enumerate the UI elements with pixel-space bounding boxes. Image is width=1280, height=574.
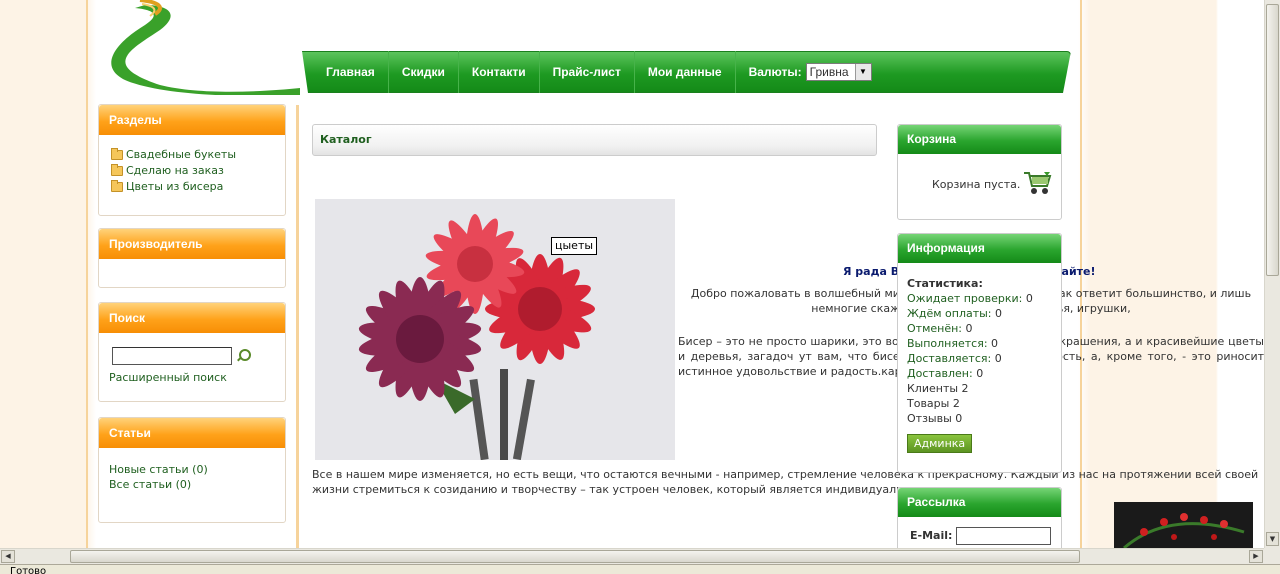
category-item[interactable]: Цветы из бисера bbox=[109, 179, 275, 195]
cart-box: Корзина Корзина пуста. bbox=[897, 124, 1062, 220]
nav-currency: Валюты: Гривна ▼ bbox=[736, 51, 885, 93]
category-label: Свадебные букеты bbox=[126, 148, 236, 161]
nav-home[interactable]: Главная bbox=[313, 51, 389, 93]
currency-label: Валюты: bbox=[748, 65, 802, 79]
nav-contacts[interactable]: Контакти bbox=[459, 51, 540, 93]
scroll-down-icon[interactable]: ▼ bbox=[1266, 532, 1279, 546]
stat-row[interactable]: Выполняется: 0 bbox=[907, 336, 1052, 351]
folder-icon bbox=[111, 148, 123, 160]
newsletter-title: Рассылка bbox=[898, 488, 1061, 517]
currency-value: Гривна bbox=[809, 65, 849, 79]
shopping-cart-icon[interactable] bbox=[1022, 170, 1052, 196]
status-text: Готово bbox=[10, 566, 47, 574]
email-input[interactable] bbox=[955, 527, 1051, 545]
top-navigation: Главная Скидки Контакти Прайс-лист Мои д… bbox=[296, 51, 1071, 93]
vertical-scroll-thumb[interactable] bbox=[1266, 4, 1279, 276]
manufacturer-title: Производитель bbox=[99, 229, 285, 259]
stat-label: Выполняется: bbox=[907, 337, 988, 350]
nav-price-list[interactable]: Прайс-лист bbox=[540, 51, 635, 93]
advanced-search-link[interactable]: Расширенный поиск bbox=[109, 371, 275, 384]
stat-value: 0 bbox=[1025, 292, 1033, 305]
newsletter-box: Рассылка E-Mail: bbox=[897, 487, 1062, 557]
stat-value: 0 bbox=[965, 322, 973, 335]
nav-my-data[interactable]: Мои данные bbox=[635, 51, 736, 93]
new-articles-link[interactable]: Новые статьи (0) bbox=[109, 462, 275, 477]
cart-title: Корзина bbox=[898, 125, 1061, 154]
stat-row[interactable]: Доставляется: 0 bbox=[907, 351, 1052, 366]
stat-row[interactable]: Отменён: 0 bbox=[907, 321, 1052, 336]
flower-illustration bbox=[315, 199, 675, 460]
admin-button[interactable]: Админка bbox=[907, 434, 973, 453]
info-title: Информация bbox=[898, 234, 1061, 263]
folder-icon bbox=[111, 164, 123, 176]
scrollbar-corner bbox=[1264, 548, 1280, 564]
frame-line-left bbox=[86, 0, 88, 548]
stat-label: Ожидает проверки: bbox=[907, 292, 1023, 305]
stats-title: Статистика: bbox=[907, 277, 983, 290]
category-label: Сделаю на заказ bbox=[126, 164, 224, 177]
stat-value: 0 bbox=[995, 307, 1003, 320]
image-tooltip: цыеты bbox=[551, 237, 598, 255]
stat-label: Ждём оплаты: bbox=[907, 307, 992, 320]
promo-image[interactable] bbox=[1114, 502, 1253, 548]
stat-value: 0 bbox=[991, 337, 999, 350]
category-item[interactable]: Сделаю на заказ bbox=[109, 163, 275, 179]
status-bar: Готово bbox=[0, 564, 1280, 574]
stat-row[interactable]: Ожидает проверки: 0 bbox=[907, 291, 1052, 306]
search-title: Поиск bbox=[99, 303, 285, 333]
scroll-left-icon[interactable]: ◀ bbox=[1, 550, 15, 563]
horizontal-scroll-thumb[interactable] bbox=[70, 550, 1080, 563]
articles-title: Статьи bbox=[99, 418, 285, 448]
beaded-flowers-image[interactable] bbox=[315, 199, 675, 460]
clients-count: Клиенты 2 bbox=[907, 382, 969, 395]
catalog-title: Каталог bbox=[312, 124, 877, 156]
vertical-scrollbar[interactable]: ▼ bbox=[1264, 0, 1280, 548]
scroll-right-icon[interactable]: ▶ bbox=[1249, 550, 1263, 563]
cart-empty-text: Корзина пуста. bbox=[932, 178, 1021, 191]
all-articles-link[interactable]: Все статьи (0) bbox=[109, 477, 275, 492]
stat-label: Отменён: bbox=[907, 322, 962, 335]
info-box: Информация Статистика: Ожидает проверки:… bbox=[897, 233, 1062, 473]
category-item[interactable]: Свадебные букеты bbox=[109, 147, 275, 163]
red-flowers-illustration bbox=[1114, 502, 1253, 548]
currency-select[interactable]: Гривна ▼ bbox=[806, 63, 872, 81]
logo-swoosh bbox=[111, 0, 300, 95]
reviews-count: Отзывы 0 bbox=[907, 412, 963, 425]
horizontal-scrollbar[interactable]: ◀ ▶ bbox=[0, 548, 1264, 564]
search-icon[interactable] bbox=[236, 349, 251, 363]
search-box: Поиск Расширенный поиск bbox=[98, 302, 286, 402]
stat-label: Доставлен: bbox=[907, 367, 973, 380]
stat-value: 0 bbox=[994, 352, 1002, 365]
stat-value: 0 bbox=[976, 367, 984, 380]
search-input[interactable] bbox=[112, 347, 232, 365]
sections-box: Разделы Свадебные букеты Сделаю на заказ… bbox=[98, 104, 286, 216]
products-count: Товары 2 bbox=[907, 397, 960, 410]
stat-label: Доставляется: bbox=[907, 352, 992, 365]
manufacturer-box: Производитель bbox=[98, 228, 286, 288]
stat-row[interactable]: Доставлен: 0 bbox=[907, 366, 1052, 381]
stat-row[interactable]: Ждём оплаты: 0 bbox=[907, 306, 1052, 321]
folder-icon bbox=[111, 180, 123, 192]
intro-paragraph: Все в нашем мире изменяется, но есть вещ… bbox=[312, 468, 1259, 496]
articles-box: Статьи Новые статьи (0) Все статьи (0) bbox=[98, 417, 286, 523]
nav-discounts[interactable]: Скидки bbox=[389, 51, 459, 93]
chevron-down-icon: ▼ bbox=[855, 64, 871, 80]
sections-title: Разделы bbox=[99, 105, 285, 135]
email-label: E-Mail: bbox=[910, 529, 953, 542]
category-label: Цветы из бисера bbox=[126, 180, 224, 193]
